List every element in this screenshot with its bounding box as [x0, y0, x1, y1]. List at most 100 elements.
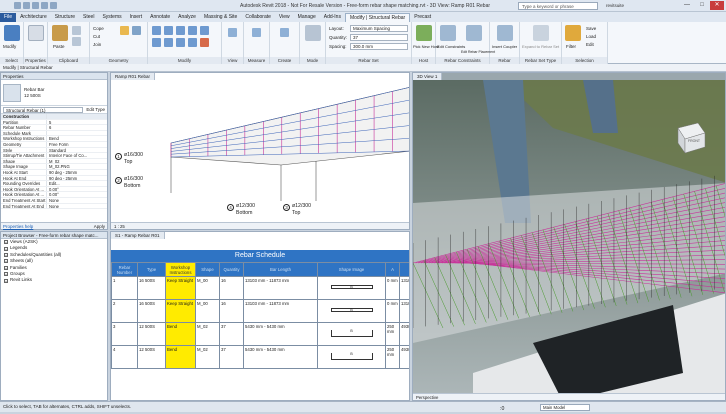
create-icon[interactable] — [280, 28, 289, 37]
property-value[interactable]: None — [47, 198, 107, 203]
browser-item[interactable]: + Revit Links — [1, 277, 107, 283]
properties-icon[interactable] — [28, 25, 44, 41]
copy-icon[interactable] — [72, 37, 81, 46]
redo-icon[interactable] — [41, 2, 48, 9]
paste-button[interactable]: Paste — [53, 44, 65, 49]
property-value[interactable]: Edit... — [47, 181, 107, 186]
modify-button[interactable]: Modify — [3, 44, 16, 49]
property-value[interactable]: 5 — [47, 120, 107, 125]
minimize-button[interactable]: — — [680, 1, 694, 10]
property-value[interactable]: M_02.PNG — [47, 164, 107, 169]
property-value[interactable]: M_02 — [47, 159, 107, 164]
table-row[interactable]: 1 16 500S Keep Straight M_00 16 13103 mm - 11… — [111, 276, 409, 300]
save-icon[interactable] — [23, 2, 30, 9]
table-cell[interactable]: Bend — [165, 345, 196, 369]
split-face-icon[interactable] — [132, 26, 141, 35]
tab-steel[interactable]: Steel — [79, 13, 98, 22]
tab-insert[interactable]: Insert — [126, 13, 147, 22]
3d-view[interactable]: 3D View 1 FRONT Perspective — [412, 72, 726, 401]
table-cell[interactable]: 16 500S — [137, 276, 166, 300]
property-value[interactable]: Free Form — [47, 142, 107, 147]
filter-button[interactable]: Filter — [566, 44, 576, 49]
table-row[interactable]: 3 12 500S Bend M_02 37 5430 mm - 5430 mm B 250 … — [111, 322, 409, 346]
join-button[interactable]: Join — [93, 42, 101, 47]
expand-icon[interactable]: + — [4, 259, 8, 264]
table-cell[interactable]: 4 — [111, 345, 138, 369]
col-header[interactable] — [399, 262, 409, 277]
table-cell[interactable]: Keep Straight — [165, 299, 196, 323]
tab-massing-site[interactable]: Massing & Site — [200, 13, 241, 22]
table-cell[interactable]: 37 — [219, 322, 244, 346]
table-cell[interactable]: 13103 — [399, 276, 409, 300]
table-cell[interactable]: 250 mm — [385, 322, 400, 346]
section-view[interactable]: Ramp R01 Rebar 1 ø16/300 Top 2 ø16/300 B… — [110, 72, 410, 230]
table-cell[interactable]: 2 — [111, 299, 138, 323]
view-tab-schedule[interactable]: S1 - Ramp Rebar R01 — [111, 232, 165, 239]
table-cell[interactable]: 13103 — [399, 299, 409, 323]
split-icon[interactable] — [176, 38, 185, 47]
load-selection-button[interactable]: Load — [586, 34, 596, 39]
properties-help-link[interactable]: Properties help — [3, 223, 33, 229]
move-icon[interactable] — [188, 26, 197, 35]
pick-host-icon[interactable] — [416, 25, 432, 41]
table-cell[interactable]: 12 500S — [137, 345, 166, 369]
user-name[interactable]: revitsuite — [606, 3, 624, 8]
table-cell[interactable]: Keep Straight — [165, 276, 196, 300]
tab-add-ins[interactable]: Add-Ins — [320, 13, 345, 22]
viewcube-front[interactable]: FRONT — [688, 139, 700, 143]
col-header[interactable]: Rebar Number — [111, 262, 138, 277]
mirror-icon[interactable] — [176, 26, 185, 35]
tab-architecture[interactable]: Architecture — [16, 13, 51, 22]
expand-icon[interactable]: + — [4, 265, 8, 270]
col-header[interactable]: Type — [137, 262, 166, 277]
edit-constraints-icon[interactable] — [440, 25, 456, 41]
expand-rebar-set-icon[interactable] — [533, 25, 549, 41]
table-cell[interactable]: 3 — [111, 322, 138, 346]
property-value[interactable]: 6 — [47, 125, 107, 130]
table-cell[interactable]: 4930 — [399, 322, 409, 346]
spacing-field[interactable]: 300.0 mm — [350, 43, 408, 50]
table-cell[interactable]: M_02 — [195, 322, 220, 346]
table-row[interactable]: 2 16 500S Keep Straight M_00 16 13103 mm - 11… — [111, 299, 409, 323]
col-header[interactable]: Shape Image — [317, 262, 386, 277]
table-cell[interactable]: 12 500S — [137, 322, 166, 346]
layout-select[interactable]: Maximum Spacing — [350, 25, 408, 32]
table-row[interactable]: 4 12 500S Bend M_02 37 5430 mm - 5430 mm B 250 … — [111, 345, 409, 369]
trim-icon[interactable] — [164, 38, 173, 47]
expand-icon[interactable]: + — [4, 240, 8, 245]
expand-icon[interactable]: + — [4, 272, 8, 277]
open-icon[interactable] — [14, 2, 21, 9]
property-value[interactable]: 0.00° — [47, 192, 107, 197]
col-header[interactable]: Bar Length — [243, 262, 318, 277]
modify-icon[interactable] — [4, 25, 20, 41]
property-value[interactable]: None — [47, 204, 107, 209]
align-icon[interactable] — [152, 26, 161, 35]
property-row[interactable]: End Treatment At End None — [1, 203, 107, 210]
cut-icon[interactable] — [72, 26, 81, 35]
table-cell[interactable]: B — [317, 322, 386, 346]
table-cell[interactable]: 16 — [219, 299, 244, 323]
col-header[interactable]: Shape — [195, 262, 220, 277]
measure-icon[interactable] — [252, 28, 261, 37]
tab-annotate[interactable]: Annotate — [146, 13, 174, 22]
table-cell[interactable]: Bend — [165, 322, 196, 346]
edit-placement-icon[interactable] — [466, 25, 482, 41]
insert-coupler-button[interactable]: Insert Coupler — [492, 44, 517, 49]
cut-button[interactable]: Cut — [93, 34, 100, 39]
table-cell[interactable]: 1 — [111, 276, 138, 300]
type-selector[interactable]: Rebar Bar 12 500S — [1, 80, 107, 106]
table-cell[interactable]: B — [317, 299, 386, 323]
apply-button[interactable]: Apply — [94, 223, 105, 229]
tab-file[interactable]: File — [0, 13, 17, 22]
edit-selection-button[interactable]: Edit — [586, 42, 594, 47]
table-cell[interactable]: M_00 — [195, 276, 220, 300]
insert-coupler-icon[interactable] — [497, 25, 513, 41]
maximize-button[interactable]: □ — [695, 1, 709, 10]
property-value[interactable]: Standard — [47, 148, 107, 153]
model-selector[interactable]: Main Model — [540, 404, 590, 411]
delete-icon[interactable] — [200, 38, 209, 47]
table-cell[interactable]: B — [317, 276, 386, 300]
property-value[interactable]: 90 deg - 25mm — [47, 176, 107, 181]
instance-filter-select[interactable]: Structural Rebar (1) — [3, 106, 84, 113]
view-icon[interactable] — [228, 28, 237, 37]
